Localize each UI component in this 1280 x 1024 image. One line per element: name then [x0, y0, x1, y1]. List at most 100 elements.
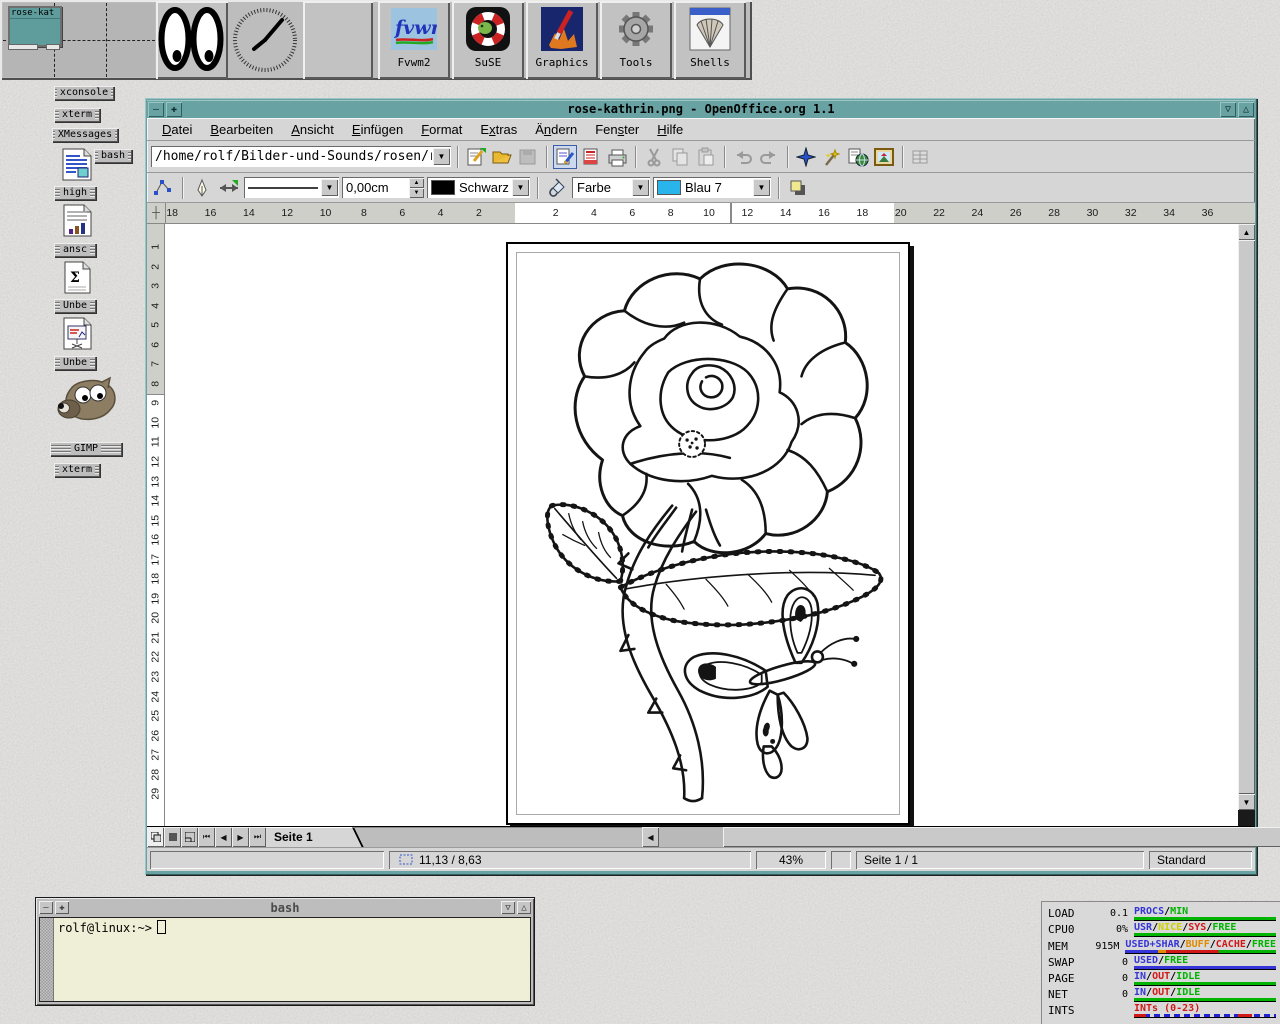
- terminal-body[interactable]: rolf@linux:~>: [39, 917, 531, 1002]
- export-pdf-icon[interactable]: [579, 145, 603, 169]
- icon-unbenannt1[interactable]: Unbe: [54, 299, 96, 313]
- icon-xterm2[interactable]: xterm: [54, 463, 100, 477]
- navigator-icon[interactable]: [794, 145, 818, 169]
- xeyes-widget[interactable]: [156, 1, 228, 79]
- empty-panel-button[interactable]: [303, 1, 373, 79]
- shadow-icon[interactable]: [786, 176, 810, 200]
- vertical-scrollbar[interactable]: ▲ ▼: [1238, 224, 1255, 826]
- status-page-field[interactable]: Seite 1 / 1: [856, 851, 1144, 869]
- desktop-pager[interactable]: rose-kat: [3, 3, 155, 77]
- minimize-button[interactable]: —: [39, 901, 53, 914]
- terminal-titlebar[interactable]: — ✚ bash ▽ △: [36, 898, 534, 917]
- menu-item[interactable]: Datei: [153, 120, 201, 139]
- status-template-field[interactable]: Standard: [1149, 851, 1252, 869]
- pager-mini-window[interactable]: rose-kat: [8, 6, 62, 47]
- fill-type-select[interactable]: Farbe ▼: [572, 177, 650, 198]
- menu-item[interactable]: Fenster: [586, 120, 648, 139]
- scroll-down-icon[interactable]: ▼: [1238, 794, 1255, 810]
- status-position-field[interactable]: 11,13 / 8,63: [389, 851, 751, 869]
- shade-up-button[interactable]: △: [517, 901, 531, 914]
- first-page-button[interactable]: ⏮: [198, 827, 215, 847]
- gallery-icon[interactable]: [872, 145, 896, 169]
- line-width-input[interactable]: 0,00cm ▲▼: [342, 177, 424, 198]
- scroll-up-icon[interactable]: ▲: [1238, 224, 1255, 240]
- maximize-button[interactable]: ✚: [55, 901, 69, 914]
- document-page[interactable]: [506, 242, 910, 825]
- save-icon[interactable]: [516, 145, 540, 169]
- vertical-scroll-thumb[interactable]: [1238, 240, 1255, 794]
- writer-document-icon[interactable]: [62, 148, 92, 181]
- gimp-wilber-icon[interactable]: [56, 376, 120, 428]
- menu-item[interactable]: Format: [412, 120, 471, 139]
- icon-ansc[interactable]: ansc: [54, 243, 96, 257]
- maximize-button[interactable]: ✚: [166, 102, 182, 117]
- fill-can-icon[interactable]: [545, 176, 569, 200]
- minimize-button[interactable]: —: [148, 102, 164, 117]
- arrow-ends-icon[interactable]: [217, 176, 241, 200]
- launcher-suse[interactable]: SuSE: [452, 1, 524, 79]
- line-color-arrow[interactable]: ▼: [512, 179, 529, 196]
- icon-xterm[interactable]: xterm: [54, 108, 100, 122]
- fill-type-arrow[interactable]: ▼: [632, 179, 649, 196]
- url-combobox[interactable]: /home/rolf/Bilder-und-Sounds/rosen/ros ▼: [151, 146, 451, 167]
- icon-unbenannt2[interactable]: Unbe: [54, 356, 96, 370]
- new-document-icon[interactable]: [464, 145, 488, 169]
- menu-item[interactable]: Einfügen: [343, 120, 412, 139]
- pager-mini-terminal[interactable]: [8, 44, 38, 50]
- ruler-origin-icon[interactable]: ┼: [147, 203, 166, 223]
- window-titlebar[interactable]: — ✚ rose-kathrin.png - OpenOffice.org 1.…: [147, 100, 1255, 118]
- drawing-canvas[interactable]: [165, 224, 1238, 826]
- launcher-shells[interactable]: Shells: [674, 1, 746, 79]
- paste-icon[interactable]: [694, 145, 718, 169]
- horizontal-scrollbar[interactable]: [659, 827, 1280, 847]
- icon-xmessages[interactable]: XMessages: [52, 128, 118, 142]
- copy-icon[interactable]: [668, 145, 692, 169]
- impress-document-icon[interactable]: [63, 317, 92, 352]
- horizontal-scroll-thumb[interactable]: [723, 827, 1280, 847]
- wand-icon[interactable]: [820, 145, 844, 169]
- launcher-tools[interactable]: Tools: [600, 1, 672, 79]
- launcher-graphics[interactable]: Graphics: [526, 1, 598, 79]
- calc-document-icon[interactable]: [63, 204, 92, 237]
- next-page-button[interactable]: ▶: [232, 827, 249, 847]
- icon-gimp[interactable]: GIMP: [50, 442, 122, 456]
- cut-icon[interactable]: [642, 145, 666, 169]
- line-style-select[interactable]: ▼: [244, 177, 339, 198]
- status-zoom-field[interactable]: 43%: [756, 851, 826, 869]
- last-page-button[interactable]: ⏭: [249, 827, 266, 847]
- horizontal-ruler[interactable]: 1816141210864224681012141618202224262830…: [166, 203, 1255, 223]
- terminal-text[interactable]: rolf@linux:~>: [54, 918, 530, 1001]
- fill-color-select[interactable]: Blau 7 ▼: [653, 177, 771, 198]
- icon-bash[interactable]: bash: [94, 149, 132, 163]
- line-color-select[interactable]: Schwarz ▼: [427, 177, 530, 198]
- hyperlink-document-icon[interactable]: [846, 145, 870, 169]
- layer-mode-button[interactable]: [147, 827, 164, 847]
- launcher-fvwm2[interactable]: fvwm Fvwm2: [378, 1, 450, 79]
- menu-item[interactable]: Hilfe: [648, 120, 692, 139]
- prev-page-button[interactable]: ◀: [215, 827, 232, 847]
- clock-widget[interactable]: [229, 1, 302, 79]
- master-mode-button[interactable]: [164, 827, 181, 847]
- layer-view-button[interactable]: [181, 827, 198, 847]
- shade-down-button[interactable]: ▽: [1220, 102, 1236, 117]
- fill-color-arrow[interactable]: ▼: [753, 179, 770, 196]
- edit-points-icon[interactable]: [151, 176, 175, 200]
- redo-icon[interactable]: [757, 145, 781, 169]
- pager-mini-window2[interactable]: [46, 44, 60, 50]
- line-style-arrow[interactable]: ▼: [321, 179, 338, 196]
- menu-item[interactable]: Bearbeiten: [201, 120, 282, 139]
- line-width-spinner[interactable]: ▲▼: [409, 178, 424, 198]
- undo-icon[interactable]: [731, 145, 755, 169]
- print-icon[interactable]: [605, 145, 629, 169]
- terminal-scrollbar[interactable]: [40, 918, 54, 1001]
- shade-up-button[interactable]: △: [1238, 102, 1254, 117]
- url-dropdown-arrow[interactable]: ▼: [433, 148, 450, 165]
- rose-clipart-image[interactable]: [517, 253, 899, 812]
- icon-high[interactable]: high: [54, 186, 96, 200]
- math-document-icon[interactable]: Σ: [64, 261, 91, 294]
- pen-icon[interactable]: [190, 176, 214, 200]
- menu-item[interactable]: Ansicht: [282, 120, 343, 139]
- tab-seite-1[interactable]: Seite 1: [266, 827, 352, 847]
- shade-down-button[interactable]: ▽: [501, 901, 515, 914]
- scroll-left-icon[interactable]: ◀: [642, 827, 659, 847]
